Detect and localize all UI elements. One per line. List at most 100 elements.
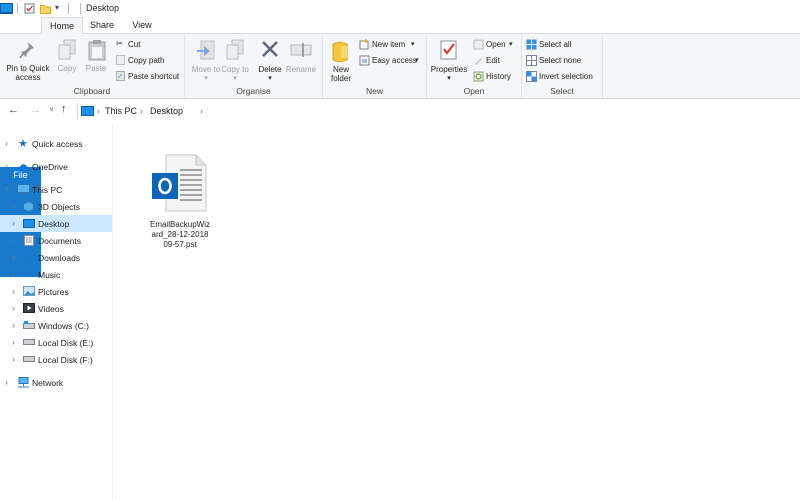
new-item-button[interactable]: New item: [372, 40, 405, 49]
expand-chevron-icon[interactable]: ›: [12, 303, 15, 313]
invert-selection-button[interactable]: Invert selection: [539, 72, 593, 81]
new-folder-quick-icon[interactable]: [40, 3, 51, 14]
breadcrumb-separator[interactable]: ›: [140, 106, 143, 116]
nav-item-this-pc[interactable]: ∨ This PC: [0, 181, 112, 198]
paste-shortcut-button[interactable]: Paste shortcut: [128, 72, 179, 81]
history-button[interactable]: History: [486, 72, 511, 81]
new-folder-button[interactable]: New folder: [326, 65, 356, 83]
expand-chevron-icon[interactable]: ›: [12, 337, 15, 347]
expand-chevron-icon[interactable]: ›: [12, 354, 15, 364]
tab-view[interactable]: View: [124, 17, 160, 33]
file-name-line: 09-57.pst: [163, 240, 197, 249]
edit-button[interactable]: Edit: [486, 56, 500, 65]
nav-item-network[interactable]: › Network: [0, 374, 112, 391]
nav-item-label: OneDrive: [32, 162, 68, 172]
paste-button[interactable]: Paste: [82, 64, 110, 73]
pin-to-quick-access-button[interactable]: Pin to Quick access: [2, 64, 54, 82]
file-item[interactable]: EmailBackupWiz ard_28-12-2018 09-57.pst: [140, 150, 220, 260]
nav-item-label: Quick access: [32, 139, 83, 149]
window-title: Desktop: [86, 3, 120, 13]
nav-item-videos[interactable]: › Videos: [0, 300, 112, 317]
open-dropdown-icon[interactable]: ▾: [509, 40, 513, 48]
easy-access-button[interactable]: Easy access: [372, 56, 417, 65]
paste-icon: [88, 40, 106, 61]
expand-chevron-icon[interactable]: ›: [5, 377, 8, 387]
nav-item-onedrive[interactable]: › OneDrive: [0, 158, 112, 175]
breadcrumb-separator[interactable]: ›: [97, 106, 100, 116]
back-arrow-icon[interactable]: ←: [8, 104, 19, 116]
nav-item-quick-access[interactable]: › ★ Quick access: [0, 135, 112, 152]
nav-item-local-disk-f[interactable]: › Local Disk (F:): [0, 351, 112, 368]
outlook-pst-icon: [152, 154, 207, 212]
select-group: Select all Select none Invert selection …: [522, 34, 603, 98]
copy-path-button[interactable]: Copy path: [128, 56, 164, 65]
rename-button[interactable]: Rename: [285, 65, 317, 74]
copy-to-button[interactable]: Copy to: [221, 65, 249, 74]
expand-chevron-icon[interactable]: ›: [12, 218, 15, 228]
breadcrumb-separator[interactable]: ›: [200, 106, 203, 116]
select-all-button[interactable]: Select all: [539, 40, 571, 49]
computer-icon: [17, 184, 30, 195]
desktop-location-icon: [81, 106, 94, 116]
drive-icon: [23, 339, 35, 345]
video-icon: [23, 303, 35, 313]
expand-chevron-icon[interactable]: ›: [5, 138, 8, 148]
download-arrow-icon: [25, 252, 33, 262]
nav-item-desktop[interactable]: › Desktop: [0, 215, 112, 232]
nav-item-label: Windows (C:): [38, 321, 90, 331]
nav-item-local-disk-e[interactable]: › Local Disk (E:): [0, 334, 112, 351]
cut-button[interactable]: Cut: [128, 40, 140, 49]
file-name-line: ard_28-12-2018: [151, 230, 209, 239]
expand-chevron-icon[interactable]: ›: [12, 286, 15, 296]
customize-quick-access-icon[interactable]: ▾: [55, 3, 59, 12]
address-bar[interactable]: › This PC › Desktop ›: [77, 103, 800, 119]
nav-item-downloads[interactable]: › Downloads: [0, 249, 112, 266]
breadcrumb-desktop[interactable]: Desktop: [150, 106, 183, 116]
recent-locations-icon[interactable]: ∨: [49, 105, 54, 113]
title-bar: ▾ Desktop: [0, 0, 800, 17]
invert-selection-icon: [526, 71, 537, 82]
nav-item-music[interactable]: › ♪ Music: [0, 266, 112, 283]
nav-item-windows-c[interactable]: › Windows (C:): [0, 317, 112, 334]
easy-access-dropdown-icon[interactable]: ▾: [415, 56, 419, 64]
3d-cube-icon: [23, 201, 34, 212]
expand-chevron-icon[interactable]: ›: [12, 320, 15, 330]
collapse-chevron-icon[interactable]: ∨: [4, 185, 9, 193]
explorer-window-icon[interactable]: [0, 3, 13, 14]
history-icon: [473, 71, 484, 82]
nav-item-documents[interactable]: › Documents: [0, 232, 112, 249]
copy-to-icon: [226, 39, 244, 60]
select-none-button[interactable]: Select none: [539, 56, 581, 65]
expand-chevron-icon[interactable]: ›: [5, 161, 8, 171]
forward-arrow-icon[interactable]: →: [30, 104, 41, 116]
address-bar-row: ← → ∨ ↑ › This PC › Desktop ›: [0, 101, 800, 121]
expand-chevron-icon[interactable]: ›: [12, 269, 15, 279]
delete-dropdown-icon[interactable]: ▾: [255, 74, 285, 83]
copy-icon: [58, 39, 76, 60]
easy-access-icon: [359, 55, 370, 66]
properties-dropdown-icon[interactable]: ▾: [427, 74, 471, 83]
edit-icon: [475, 58, 482, 65]
nav-item-label: Local Disk (F:): [38, 355, 93, 365]
copy-button[interactable]: Copy: [54, 64, 80, 73]
copy-to-dropdown-icon[interactable]: ▾: [221, 74, 249, 83]
move-to-button[interactable]: Move to: [191, 65, 221, 74]
expand-chevron-icon[interactable]: ›: [12, 235, 15, 245]
nav-item-3d-objects[interactable]: › 3D Objects: [0, 198, 112, 215]
properties-quick-icon[interactable]: [24, 3, 35, 14]
pictures-icon: [23, 286, 35, 296]
new-item-dropdown-icon[interactable]: ▾: [411, 40, 415, 48]
properties-button[interactable]: Properties: [427, 65, 471, 74]
nav-item-pictures[interactable]: › Pictures: [0, 283, 112, 300]
up-arrow-icon[interactable]: ↑: [61, 103, 67, 115]
nav-item-label: Downloads: [38, 253, 81, 263]
delete-button[interactable]: Delete: [255, 65, 285, 74]
open-button[interactable]: Open: [486, 40, 506, 49]
expand-chevron-icon[interactable]: ›: [12, 201, 15, 211]
move-to-dropdown-icon[interactable]: ▾: [191, 74, 221, 83]
tab-share[interactable]: Share: [84, 17, 120, 33]
expand-chevron-icon[interactable]: ›: [12, 252, 15, 262]
nav-item-label: Documents: [38, 236, 81, 246]
tab-home[interactable]: Home: [41, 17, 83, 35]
breadcrumb-this-pc[interactable]: This PC: [105, 106, 137, 116]
